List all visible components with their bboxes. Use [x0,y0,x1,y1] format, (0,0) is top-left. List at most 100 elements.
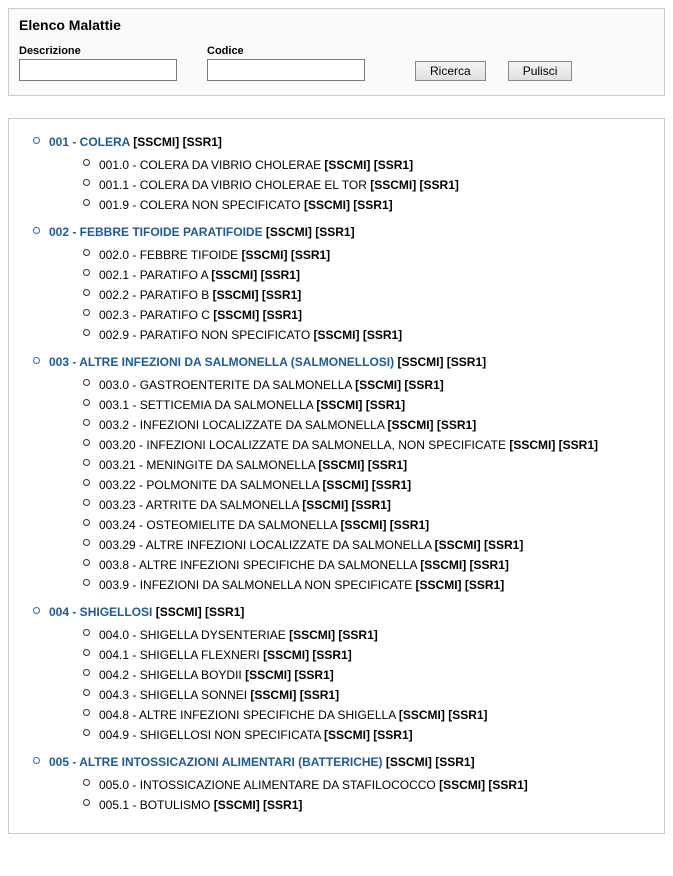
descrizione-input[interactable] [19,59,177,81]
subitems: 004.0 - SHIGELLA DYSENTERIAE [SSCMI] [SS… [99,625,652,745]
ricerca-button[interactable]: Ricerca [415,61,486,81]
circle-bullet-icon [33,137,40,144]
list-item: 002.2 - PARATIFO B [SSCMI] [SSR1] [99,285,652,305]
item-label: 005.0 - INTOSSICAZIONE ALIMENTARE DA STA… [99,778,439,792]
circle-bullet-icon [83,309,90,316]
list-item: 002.3 - PARATIFO C [SSCMI] [SSR1] [99,305,652,325]
item-label: 003.2 - INFEZIONI LOCALIZZATE DA SALMONE… [99,418,388,432]
circle-bullet-icon [83,379,90,386]
category: 002 - FEBBRE TIFOIDE PARATIFOIDE [SSCMI]… [49,223,652,345]
list-item: 002.0 - FEBBRE TIFOIDE [SSCMI] [SSR1] [99,245,652,265]
item-tags: [SSCMI] [SSR1] [316,398,405,412]
circle-bullet-icon [83,399,90,406]
item-tags: [SSCMI] [SSR1] [289,628,378,642]
list-item: 003.1 - SETTICEMIA DA SALMONELLA [SSCMI]… [99,395,652,415]
category-link[interactable]: 002 - FEBBRE TIFOIDE PARATIFOIDE [49,225,263,239]
circle-bullet-icon [83,159,90,166]
list-item: 001.9 - COLERA NON SPECIFICATO [SSCMI] [… [99,195,652,215]
descrizione-label: Descrizione [19,45,177,57]
item-label: 005.1 - BOTULISMO [99,798,214,812]
category-tags: [SSCMI] [SSR1] [152,605,244,619]
item-label: 003.24 - OSTEOMIELITE DA SALMONELLA [99,518,340,532]
circle-bullet-icon [83,709,90,716]
list-item: 004.2 - SHIGELLA BOYDII [SSCMI] [SSR1] [99,665,652,685]
category-header: 001 - COLERA [SSCMI] [SSR1] [49,133,652,151]
category-link[interactable]: 004 - SHIGELLOSI [49,605,152,619]
item-tags: [SSCMI] [SSR1] [314,328,403,342]
list-item: 003.20 - INFEZIONI LOCALIZZATE DA SALMON… [99,435,652,455]
list-item: 005.0 - INTOSSICAZIONE ALIMENTARE DA STA… [99,775,652,795]
circle-bullet-icon [83,199,90,206]
results-tree: 001 - COLERA [SSCMI] [SSR1]001.0 - COLER… [8,118,665,834]
item-tags: [SSCMI] [SSR1] [324,728,413,742]
item-tags: [SSCMI] [SSR1] [213,308,302,322]
item-tags: [SSCMI] [SSR1] [304,198,393,212]
circle-bullet-icon [83,289,90,296]
list-item: 004.8 - ALTRE INFEZIONI SPECIFICHE DA SH… [99,705,652,725]
circle-bullet-icon [83,419,90,426]
item-tags: [SSCMI] [SSR1] [439,778,528,792]
codice-input[interactable] [207,59,365,81]
item-tags: [SSCMI] [SSR1] [211,268,300,282]
circle-bullet-icon [33,227,40,234]
subitems: 001.0 - COLERA DA VIBRIO CHOLERAE [SSCMI… [99,155,652,215]
subitems: 002.0 - FEBBRE TIFOIDE [SSCMI] [SSR1]002… [99,245,652,345]
circle-bullet-icon [83,499,90,506]
category: 005 - ALTRE INTOSSICAZIONI ALIMENTARI (B… [49,753,652,815]
item-tags: [SSCMI] [SSR1] [245,668,334,682]
circle-bullet-icon [83,559,90,566]
item-label: 001.9 - COLERA NON SPECIFICATO [99,198,304,212]
category: 001 - COLERA [SSCMI] [SSR1]001.0 - COLER… [49,133,652,215]
category-header: 004 - SHIGELLOSI [SSCMI] [SSR1] [49,603,652,621]
item-tags: [SSCMI] [SSR1] [340,518,429,532]
category-header: 002 - FEBBRE TIFOIDE PARATIFOIDE [SSCMI]… [49,223,652,241]
item-label: 004.1 - SHIGELLA FLEXNERI [99,648,263,662]
category-tags: [SSCMI] [SSR1] [263,225,355,239]
form-row: Descrizione Codice Ricerca Pulisci [19,45,654,81]
category: 004 - SHIGELLOSI [SSCMI] [SSR1]004.0 - S… [49,603,652,745]
list-item: 003.22 - POLMONITE DA SALMONELLA [SSCMI]… [99,475,652,495]
list-item: 003.2 - INFEZIONI LOCALIZZATE DA SALMONE… [99,415,652,435]
list-item: 003.24 - OSTEOMIELITE DA SALMONELLA [SSC… [99,515,652,535]
item-label: 002.0 - FEBBRE TIFOIDE [99,248,242,262]
list-item: 003.21 - MENINGITE DA SALMONELLA [SSCMI]… [99,455,652,475]
list-item: 003.9 - INFEZIONI DA SALMONELLA NON SPEC… [99,575,652,595]
pulisci-button[interactable]: Pulisci [508,61,573,81]
category-link[interactable]: 003 - ALTRE INFEZIONI DA SALMONELLA (SAL… [49,355,394,369]
category-link[interactable]: 001 - COLERA [49,135,130,149]
item-label: 001.1 - COLERA DA VIBRIO CHOLERAE EL TOR [99,178,370,192]
category-link[interactable]: 005 - ALTRE INTOSSICAZIONI ALIMENTARI (B… [49,755,383,769]
circle-bullet-icon [83,519,90,526]
buttons-group: Ricerca Pulisci [415,61,572,81]
circle-bullet-icon [83,629,90,636]
item-label: 003.29 - ALTRE INFEZIONI LOCALIZZATE DA … [99,538,435,552]
field-descrizione: Descrizione [19,45,177,81]
circle-bullet-icon [83,669,90,676]
item-label: 002.1 - PARATIFO A [99,268,211,282]
item-tags: [SSCMI] [SSR1] [509,438,598,452]
item-label: 004.2 - SHIGELLA BOYDII [99,668,245,682]
circle-bullet-icon [83,689,90,696]
item-tags: [SSCMI] [SSR1] [213,288,302,302]
item-label: 003.1 - SETTICEMIA DA SALMONELLA [99,398,316,412]
item-tags: [SSCMI] [SSR1] [435,538,524,552]
item-tags: [SSCMI] [SSR1] [324,158,413,172]
circle-bullet-icon [83,439,90,446]
item-tags: [SSCMI] [SSR1] [322,478,411,492]
item-tags: [SSCMI] [SSR1] [420,558,509,572]
item-label: 003.20 - INFEZIONI LOCALIZZATE DA SALMON… [99,438,509,452]
subitems: 003.0 - GASTROENTERITE DA SALMONELLA [SS… [99,375,652,595]
circle-bullet-icon [83,479,90,486]
list-item: 004.3 - SHIGELLA SONNEI [SSCMI] [SSR1] [99,685,652,705]
item-tags: [SSCMI] [SSR1] [370,178,459,192]
codice-label: Codice [207,45,365,57]
circle-bullet-icon [83,649,90,656]
list-item: 003.8 - ALTRE INFEZIONI SPECIFICHE DA SA… [99,555,652,575]
item-tags: [SSCMI] [SSR1] [388,418,477,432]
circle-bullet-icon [83,779,90,786]
field-codice: Codice [207,45,365,81]
item-label: 003.21 - MENINGITE DA SALMONELLA [99,458,318,472]
list-item: 005.1 - BOTULISMO [SSCMI] [SSR1] [99,795,652,815]
category-tags: [SSCMI] [SSR1] [383,755,475,769]
list-item: 003.23 - ARTRITE DA SALMONELLA [SSCMI] [… [99,495,652,515]
